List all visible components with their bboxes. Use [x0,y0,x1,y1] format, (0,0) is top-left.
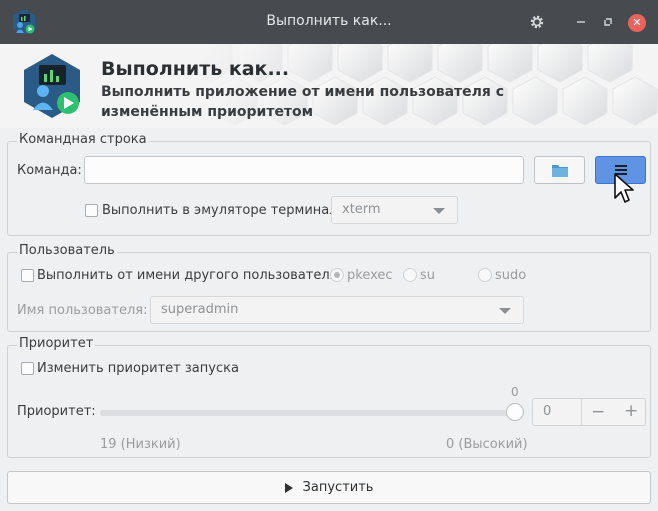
priority-spinbox[interactable]: 0 − + [532,398,646,426]
priority-group-title: Приоритет [17,336,96,351]
command-input[interactable] [84,156,524,184]
gear-icon[interactable] [527,12,547,32]
spin-minus-button[interactable]: − [591,402,605,422]
change-priority-checkbox[interactable] [21,362,34,375]
terminal-select[interactable]: xterm [331,196,458,224]
dialog-header: Выполнить как... Выполнить приложение от… [0,44,658,128]
command-line-group-title: Командная строка [17,132,149,147]
radio-su[interactable] [403,268,417,282]
titlebar: Выполнить как... ✕ [0,0,658,44]
priority-slider-track[interactable] [100,410,514,416]
priority-low-label: 19 (Низкий) [100,437,181,452]
spin-divider [581,399,582,425]
other-user-checkbox[interactable] [21,269,34,282]
priority-slider-handle[interactable] [506,403,524,421]
user-group-title: Пользователь [17,243,117,258]
command-label: Команда: [17,163,82,178]
run-button-label: Запустить [302,480,374,495]
restore-icon[interactable] [598,12,618,32]
minimize-icon[interactable] [571,12,591,32]
folder-icon [551,165,568,177]
run-button[interactable]: Запустить [7,471,651,504]
username-label: Имя пользователя: [17,303,148,318]
radio-su-label: su [420,268,436,283]
play-icon [284,482,293,493]
priority-spin-value[interactable]: 0 [543,404,551,419]
terminal-checkbox[interactable] [85,204,98,217]
terminal-checkbox-label: Выполнить в эмуляторе терминала [102,203,346,218]
priority-high-label: 0 (Высокий) [446,437,528,452]
radio-pkexec[interactable] [330,268,344,282]
slider-value-label: 0 [511,385,519,399]
app-icon [24,54,80,118]
change-priority-label: Изменить приоритет запуска [37,361,239,376]
header-title: Выполнить как... [101,58,290,80]
username-select[interactable]: superadmin [150,296,524,324]
cursor-icon [614,173,634,203]
header-subtitle: Выполнить приложение от имени пользовате… [101,84,505,120]
terminal-select-value: xterm [342,202,381,217]
chevron-down-icon [499,308,511,314]
radio-pkexec-label: pkexec [347,268,393,283]
browse-button[interactable] [534,156,585,184]
window-title: Выполнить как... [266,13,392,29]
radio-sudo[interactable] [478,268,492,282]
username-select-value: superadmin [161,302,239,317]
spin-plus-button[interactable]: + [624,401,638,421]
chevron-down-icon [433,208,445,214]
close-icon[interactable]: ✕ [627,12,647,32]
priority-label: Приоритет: [17,404,96,419]
radio-sudo-label: sudo [495,268,527,283]
other-user-label: Выполнить от имени другого пользователя: [37,268,342,283]
